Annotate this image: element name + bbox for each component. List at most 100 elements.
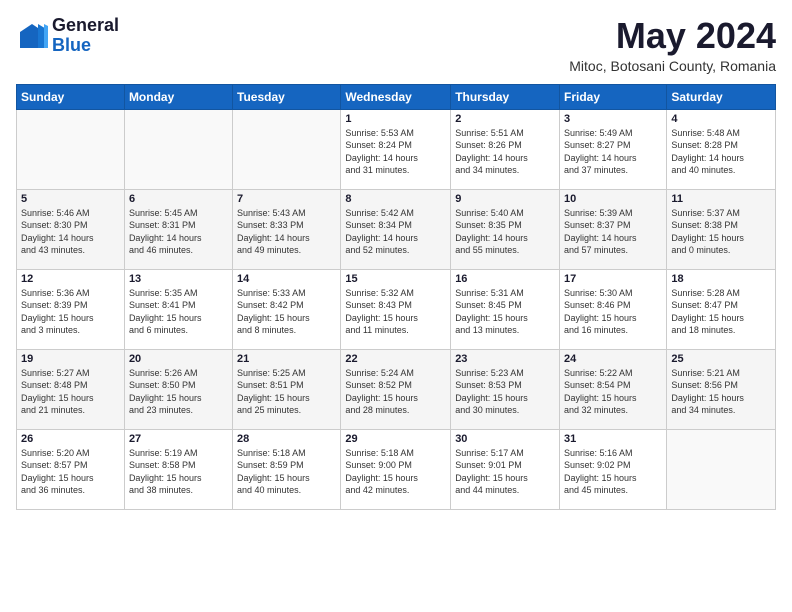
day-number: 5 [21, 193, 120, 205]
title-block: May 2024 Mitoc, Botosani County, Romania [569, 16, 776, 74]
day-number: 8 [345, 193, 446, 205]
day-number: 16 [455, 273, 555, 285]
day-number: 2 [455, 113, 555, 125]
day-info: Sunrise: 5:22 AM Sunset: 8:54 PM Dayligh… [564, 367, 662, 417]
calendar-day-cell [124, 109, 232, 189]
day-number: 9 [455, 193, 555, 205]
day-info: Sunrise: 5:28 AM Sunset: 8:47 PM Dayligh… [671, 287, 771, 337]
calendar-day-cell: 7 Sunrise: 5:43 AM Sunset: 8:33 PM Daylig… [233, 189, 341, 269]
calendar-day-cell: 26Sunrise: 5:20 AM Sunset: 8:57 PM Dayli… [17, 429, 125, 509]
calendar-day-cell: 13 Sunrise: 5:35 AM Sunset: 8:41 PM Dayli… [124, 269, 232, 349]
calendar-day-cell: 8Sunrise: 5:42 AM Sunset: 8:34 PM Daylig… [341, 189, 451, 269]
day-number: 21 [237, 353, 336, 365]
day-number: 14 [237, 273, 336, 285]
calendar-day-header: Wednesday [341, 84, 451, 109]
day-number: 19 [21, 353, 120, 365]
calendar-day-header: Friday [560, 84, 667, 109]
calendar-day-cell: 6Sunrise: 5:45 AM Sunset: 8:31 PM Daylig… [124, 189, 232, 269]
calendar-day-cell: 9 Sunrise: 5:40 AM Sunset: 8:35 PM Daylig… [451, 189, 560, 269]
calendar-day-cell: 3 Sunrise: 5:49 AM Sunset: 8:27 PM Daylig… [560, 109, 667, 189]
day-number: 26 [21, 433, 120, 445]
calendar-day-cell: 27Sunrise: 5:19 AM Sunset: 8:58 PM Dayli… [124, 429, 232, 509]
day-number: 31 [564, 433, 662, 445]
calendar-day-cell: 24Sunrise: 5:22 AM Sunset: 8:54 PM Dayli… [560, 349, 667, 429]
day-info: Sunrise: 5:30 AM Sunset: 8:46 PM Dayligh… [564, 287, 662, 337]
day-info: Sunrise: 5:18 AM Sunset: 8:59 PM Dayligh… [237, 447, 336, 497]
calendar-day-header: Saturday [667, 84, 776, 109]
day-info: Sunrise: 5:40 AM Sunset: 8:35 PM Dayligh… [455, 207, 555, 257]
day-info: Sunrise: 5:53 AM Sunset: 8:24 PM Dayligh… [345, 127, 446, 177]
calendar-day-cell [667, 429, 776, 509]
calendar-day-header: Monday [124, 84, 232, 109]
calendar-day-header: Thursday [451, 84, 560, 109]
day-info: Sunrise: 5:31 AM Sunset: 8:45 PM Dayligh… [455, 287, 555, 337]
day-info: Sunrise: 5:35 AM Sunset: 8:41 PM Dayligh… [129, 287, 228, 337]
calendar-day-cell: 31 Sunrise: 5:16 AM Sunset: 9:02 PM Dayli… [560, 429, 667, 509]
calendar-day-cell: 20 Sunrise: 5:26 AM Sunset: 8:50 PM Dayli… [124, 349, 232, 429]
calendar-day-cell: 14 Sunrise: 5:33 AM Sunset: 8:42 PM Dayli… [233, 269, 341, 349]
calendar-day-cell: 15Sunrise: 5:32 AM Sunset: 8:43 PM Dayli… [341, 269, 451, 349]
day-info: Sunrise: 5:48 AM Sunset: 8:28 PM Dayligh… [671, 127, 771, 177]
logo-icon [16, 20, 48, 52]
calendar-day-cell [233, 109, 341, 189]
day-info: Sunrise: 5:25 AM Sunset: 8:51 PM Dayligh… [237, 367, 336, 417]
day-number: 6 [129, 193, 228, 205]
day-info: Sunrise: 5:51 AM Sunset: 8:26 PM Dayligh… [455, 127, 555, 177]
calendar-day-cell: 23 Sunrise: 5:23 AM Sunset: 8:53 PM Dayli… [451, 349, 560, 429]
calendar-week-row: 1 Sunrise: 5:53 AM Sunset: 8:24 PM Daylig… [17, 109, 776, 189]
calendar-header-row: SundayMondayTuesdayWednesdayThursdayFrid… [17, 84, 776, 109]
calendar-day-cell: 16 Sunrise: 5:31 AM Sunset: 8:45 PM Dayli… [451, 269, 560, 349]
day-number: 22 [345, 353, 446, 365]
day-info: Sunrise: 5:16 AM Sunset: 9:02 PM Dayligh… [564, 447, 662, 497]
calendar-day-cell: 10Sunrise: 5:39 AM Sunset: 8:37 PM Dayli… [560, 189, 667, 269]
calendar-week-row: 26Sunrise: 5:20 AM Sunset: 8:57 PM Dayli… [17, 429, 776, 509]
calendar-day-cell [17, 109, 125, 189]
day-info: Sunrise: 5:23 AM Sunset: 8:53 PM Dayligh… [455, 367, 555, 417]
day-number: 7 [237, 193, 336, 205]
day-number: 15 [345, 273, 446, 285]
calendar-day-cell: 30Sunrise: 5:17 AM Sunset: 9:01 PM Dayli… [451, 429, 560, 509]
location-text: Mitoc, Botosani County, Romania [569, 58, 776, 74]
day-number: 29 [345, 433, 446, 445]
calendar-week-row: 12 Sunrise: 5:36 AM Sunset: 8:39 PM Dayli… [17, 269, 776, 349]
day-info: Sunrise: 5:43 AM Sunset: 8:33 PM Dayligh… [237, 207, 336, 257]
day-number: 27 [129, 433, 228, 445]
day-number: 17 [564, 273, 662, 285]
day-number: 13 [129, 273, 228, 285]
calendar-day-cell: 21 Sunrise: 5:25 AM Sunset: 8:51 PM Dayli… [233, 349, 341, 429]
day-number: 18 [671, 273, 771, 285]
calendar-day-cell: 12 Sunrise: 5:36 AM Sunset: 8:39 PM Dayli… [17, 269, 125, 349]
calendar-day-cell: 28 Sunrise: 5:18 AM Sunset: 8:59 PM Dayli… [233, 429, 341, 509]
calendar-day-cell: 29Sunrise: 5:18 AM Sunset: 9:00 PM Dayli… [341, 429, 451, 509]
day-info: Sunrise: 5:46 AM Sunset: 8:30 PM Dayligh… [21, 207, 120, 257]
calendar-week-row: 5 Sunrise: 5:46 AM Sunset: 8:30 PM Daylig… [17, 189, 776, 269]
day-number: 3 [564, 113, 662, 125]
day-info: Sunrise: 5:27 AM Sunset: 8:48 PM Dayligh… [21, 367, 120, 417]
logo-general-text: General [52, 16, 119, 36]
day-info: Sunrise: 5:26 AM Sunset: 8:50 PM Dayligh… [129, 367, 228, 417]
day-info: Sunrise: 5:36 AM Sunset: 8:39 PM Dayligh… [21, 287, 120, 337]
day-info: Sunrise: 5:49 AM Sunset: 8:27 PM Dayligh… [564, 127, 662, 177]
day-info: Sunrise: 5:33 AM Sunset: 8:42 PM Dayligh… [237, 287, 336, 337]
calendar-day-cell: 19 Sunrise: 5:27 AM Sunset: 8:48 PM Dayli… [17, 349, 125, 429]
calendar-table: SundayMondayTuesdayWednesdayThursdayFrid… [16, 84, 776, 510]
day-info: Sunrise: 5:37 AM Sunset: 8:38 PM Dayligh… [671, 207, 771, 257]
calendar-day-cell: 5 Sunrise: 5:46 AM Sunset: 8:30 PM Daylig… [17, 189, 125, 269]
day-number: 25 [671, 353, 771, 365]
page-header: General Blue May 2024 Mitoc, Botosani Co… [16, 16, 776, 74]
calendar-day-header: Tuesday [233, 84, 341, 109]
day-number: 23 [455, 353, 555, 365]
day-number: 20 [129, 353, 228, 365]
logo-blue-text: Blue [52, 36, 119, 56]
calendar-day-cell: 18 Sunrise: 5:28 AM Sunset: 8:47 PM Dayli… [667, 269, 776, 349]
day-number: 10 [564, 193, 662, 205]
calendar-day-header: Sunday [17, 84, 125, 109]
calendar-day-cell: 4Sunrise: 5:48 AM Sunset: 8:28 PM Daylig… [667, 109, 776, 189]
calendar-day-cell: 25Sunrise: 5:21 AM Sunset: 8:56 PM Dayli… [667, 349, 776, 429]
calendar-day-cell: 1 Sunrise: 5:53 AM Sunset: 8:24 PM Daylig… [341, 109, 451, 189]
day-number: 12 [21, 273, 120, 285]
day-number: 28 [237, 433, 336, 445]
day-number: 1 [345, 113, 446, 125]
calendar-day-cell: 11Sunrise: 5:37 AM Sunset: 8:38 PM Dayli… [667, 189, 776, 269]
calendar-day-cell: 22Sunrise: 5:24 AM Sunset: 8:52 PM Dayli… [341, 349, 451, 429]
